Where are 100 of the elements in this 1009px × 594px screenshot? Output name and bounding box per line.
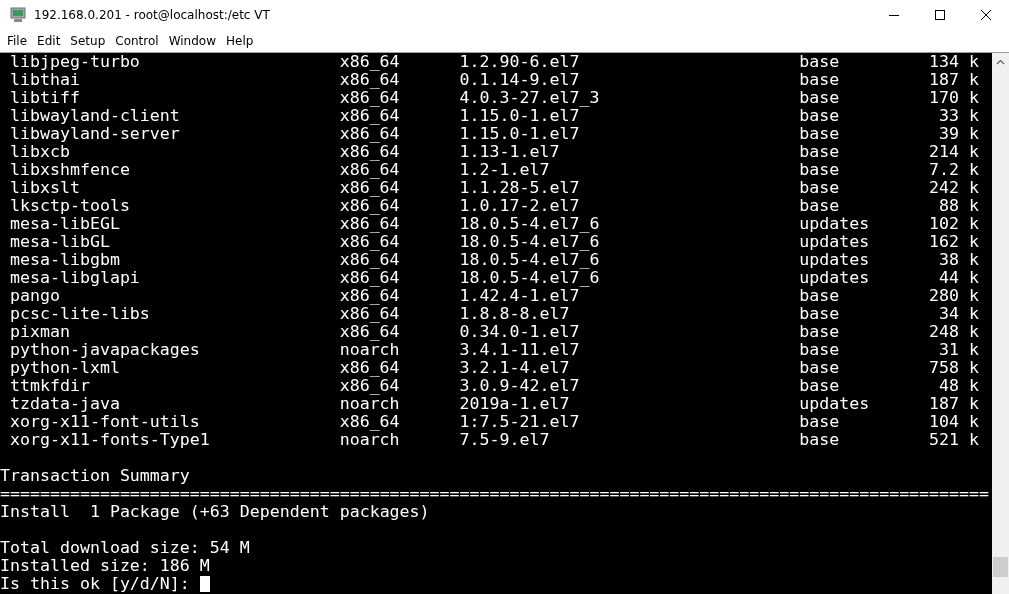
package-size: 88 k xyxy=(938,197,979,215)
package-name: libxslt xyxy=(10,179,81,197)
package-name: libwayland-server xyxy=(10,125,181,143)
package-name: libxshmfence xyxy=(10,161,131,179)
package-repository: updates xyxy=(799,233,871,251)
package-version: 0.34.0-1.el7 xyxy=(459,323,581,341)
package-name: libwayland-client xyxy=(10,107,181,125)
text-cursor xyxy=(199,576,210,592)
maximize-icon[interactable] xyxy=(935,10,945,20)
prompt-line: Is this ok [y/d/N]: xyxy=(0,575,190,593)
package-name: mesa-libglapi xyxy=(10,269,141,287)
package-version: 7.5-9.el7 xyxy=(459,431,551,449)
close-icon[interactable] xyxy=(981,10,991,20)
package-size: 33 k xyxy=(938,107,979,125)
package-repository: base xyxy=(799,197,841,215)
package-arch: x86_64 xyxy=(339,89,401,107)
package-repository: updates xyxy=(799,395,871,413)
scroll-up-icon[interactable] xyxy=(996,59,1005,65)
menu-item[interactable]: Help xyxy=(221,34,259,48)
package-repository: base xyxy=(799,89,841,107)
package-repository: updates xyxy=(799,215,871,233)
package-size: 104 k xyxy=(928,413,979,431)
separator-line: =================================================================================================== xyxy=(0,485,990,503)
package-repository: base xyxy=(799,107,841,125)
menu-item[interactable]: File xyxy=(2,34,33,48)
scrollbar-thumb[interactable] xyxy=(993,557,1008,577)
window-title: 192.168.0.201 - root@localhost:/etc VT xyxy=(34,8,271,22)
package-arch: x86_64 xyxy=(339,323,401,341)
package-version: 1.2.90-6.el7 xyxy=(459,53,581,71)
package-arch: x86_64 xyxy=(339,377,401,395)
package-repository: base xyxy=(799,71,841,89)
package-arch: x86_64 xyxy=(339,233,401,251)
package-repository: base xyxy=(799,161,841,179)
package-repository: base xyxy=(799,377,841,395)
download-size-line: Total download size: 54 M xyxy=(0,539,250,557)
package-arch: x86_64 xyxy=(339,197,401,215)
package-size: 7.2 k xyxy=(928,161,979,179)
package-arch: x86_64 xyxy=(339,215,401,233)
package-repository: base xyxy=(799,413,841,431)
package-arch: noarch xyxy=(339,341,401,359)
package-arch: x86_64 xyxy=(339,71,401,89)
package-arch: x86_64 xyxy=(339,107,401,125)
package-size: 214 k xyxy=(928,143,979,161)
package-repository: base xyxy=(799,305,841,323)
scrollbar[interactable] xyxy=(992,53,1009,594)
package-size: 248 k xyxy=(928,323,979,341)
package-name: pixman xyxy=(10,323,71,341)
package-arch: x86_64 xyxy=(339,413,401,431)
package-name: libjpeg-turbo xyxy=(10,53,141,71)
package-version: 1.1.28-5.el7 xyxy=(459,179,581,197)
package-version: 1.42.4-1.el7 xyxy=(459,287,580,305)
package-version: 1.15.0-1.el7 xyxy=(459,125,581,143)
package-repository: updates xyxy=(799,269,871,287)
installed-size-line: Installed size: 186 M xyxy=(0,557,210,575)
package-version: 1.2-1.el7 xyxy=(459,161,551,179)
package-repository: base xyxy=(799,359,841,377)
package-name: tzdata-java xyxy=(10,395,121,413)
package-version: 1.15.0-1.el7 xyxy=(459,107,580,125)
package-arch: x86_64 xyxy=(339,359,401,377)
menu-item[interactable]: Edit xyxy=(32,34,66,48)
terminal-app-icon xyxy=(10,7,26,23)
package-version: 3.2.1-4.el7 xyxy=(459,359,571,377)
package-version: 18.0.5-4.el7_6 xyxy=(459,215,601,233)
menu-item[interactable]: Setup xyxy=(65,34,111,48)
package-size: 187 k xyxy=(928,395,979,413)
package-version: 3.0.9-42.el7 xyxy=(459,377,581,395)
package-name: xorg-x11-fonts-Type1 xyxy=(10,431,211,449)
package-arch: noarch xyxy=(339,395,401,413)
package-arch: x86_64 xyxy=(339,269,401,287)
package-arch: x86_64 xyxy=(339,125,401,143)
package-name: mesa-libEGL xyxy=(10,215,121,233)
package-version: 1.0.17-2.el7 xyxy=(459,197,581,215)
package-version: 2019a-1.el7 xyxy=(459,395,571,413)
package-version: 1.8.8-8.el7 xyxy=(459,305,571,323)
package-version: 18.0.5-4.el7_6 xyxy=(459,233,601,251)
package-name: mesa-libgbm xyxy=(10,251,121,269)
package-version: 18.0.5-4.el7_6 xyxy=(459,269,601,287)
package-name: python-javapackages xyxy=(10,341,201,359)
package-name: xorg-x11-font-utils xyxy=(10,413,201,431)
package-version: 1:7.5-21.el7 xyxy=(459,413,581,431)
package-name: ttmkfdir xyxy=(10,377,91,395)
package-version: 18.0.5-4.el7_6 xyxy=(459,251,601,269)
package-repository: base xyxy=(799,143,841,161)
package-arch: x86_64 xyxy=(339,143,401,161)
package-size: 39 k xyxy=(938,125,979,143)
package-name: libxcb xyxy=(10,143,71,161)
package-arch: x86_64 xyxy=(339,179,401,197)
install-line: Install 1 Package (+63 Dependent packages) xyxy=(0,503,430,521)
package-name: lksctp-tools xyxy=(10,197,131,215)
package-repository: base xyxy=(799,287,841,305)
package-version: 3.4.1-11.el7 xyxy=(459,341,581,359)
package-size: 170 k xyxy=(928,89,979,107)
package-repository: base xyxy=(799,431,841,449)
package-size: 34 k xyxy=(938,305,979,323)
package-name: mesa-libGL xyxy=(10,233,111,251)
menu-item[interactable]: Control xyxy=(110,34,164,48)
menu-item[interactable]: Window xyxy=(163,34,221,48)
package-size: 242 k xyxy=(928,179,979,197)
package-repository: updates xyxy=(799,251,871,269)
package-name: libtiff xyxy=(10,89,81,107)
